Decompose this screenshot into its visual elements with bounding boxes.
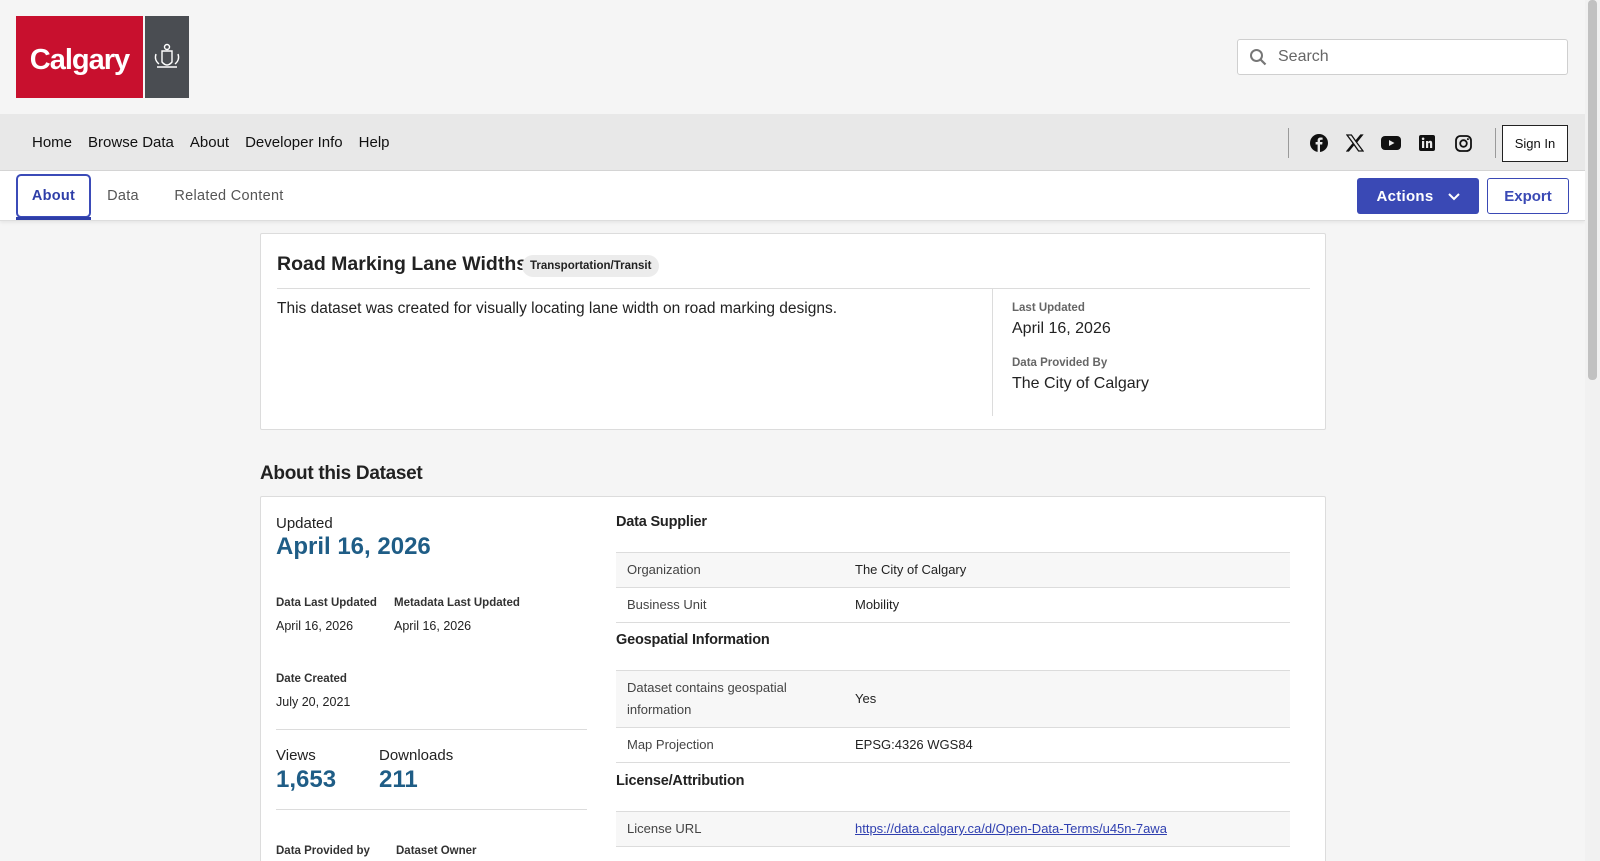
facebook-icon[interactable]: [1309, 133, 1329, 153]
geospatial-heading: Geospatial Information: [616, 632, 770, 648]
page-scrollbar[interactable]: [1585, 0, 1600, 861]
metadata-last-updated-value: April 16, 2026: [394, 619, 472, 633]
x-icon[interactable]: [1345, 133, 1365, 153]
date-created-label: Date Created: [276, 673, 347, 685]
actions-button[interactable]: Actions: [1357, 178, 1479, 214]
table-row: Dataset contains geospatial information …: [616, 670, 1290, 728]
logo-wordmark: Calgary: [16, 16, 143, 98]
provided-by-label: Data Provided By: [1012, 357, 1108, 369]
views-value: 1,653: [276, 766, 337, 793]
crest-icon: [145, 16, 189, 98]
nav-help[interactable]: Help: [359, 134, 390, 151]
tab-bar: About Data Related Content Actions Expor…: [0, 171, 1585, 221]
row-key: License URL: [616, 811, 844, 847]
row-key: Business Unit: [616, 587, 844, 623]
data-last-updated-value: April 16, 2026: [276, 619, 354, 633]
about-section-title: About this Dataset: [260, 463, 423, 484]
geospatial-table: Dataset contains geospatial information …: [616, 670, 1290, 763]
row-key: Dataset contains geospatial information: [616, 670, 844, 728]
table-row: Business Unit Mobility: [616, 587, 1290, 623]
nav-developer-info[interactable]: Developer Info: [245, 134, 343, 151]
chevron-down-icon: [1447, 188, 1460, 205]
license-heading: License/Attribution: [616, 773, 745, 789]
tab-about[interactable]: About: [16, 174, 91, 218]
active-tab-indicator: [16, 217, 91, 220]
main-nav: Home Browse Data About Developer Info He…: [0, 114, 1585, 171]
divider: [276, 729, 587, 730]
updated-value: April 16, 2026: [276, 533, 431, 560]
nav-browse-data[interactable]: Browse Data: [88, 134, 174, 151]
row-value: Yes: [844, 670, 1290, 728]
divider: [277, 288, 1310, 289]
row-key: Organization: [616, 552, 844, 588]
about-dataset-card: Updated April 16, 2026 Data Last Updated…: [260, 496, 1326, 861]
updated-label: Updated: [276, 515, 333, 532]
scrollbar-thumb[interactable]: [1588, 0, 1597, 380]
row-value: Mobility: [844, 587, 1290, 623]
category-badge[interactable]: Transportation/Transit: [522, 255, 660, 277]
dataset-owner-label: Dataset Owner: [396, 845, 477, 857]
divider: [276, 809, 587, 810]
row-value: EPSG:4326 WGS84: [844, 727, 1290, 763]
table-row: License URL https://data.calgary.ca/d/Op…: [616, 811, 1290, 847]
search-input[interactable]: [1278, 48, 1558, 66]
license-table: License URL https://data.calgary.ca/d/Op…: [616, 811, 1290, 847]
tab-related-content[interactable]: Related Content: [170, 174, 288, 218]
actions-label: Actions: [1376, 187, 1434, 205]
license-url-link[interactable]: https://data.calgary.ca/d/Open-Data-Term…: [855, 821, 1167, 836]
instagram-icon[interactable]: [1453, 133, 1473, 153]
downloads-label: Downloads: [379, 747, 454, 764]
table-row: Organization The City of Calgary: [616, 552, 1290, 588]
dataset-description: This dataset was created for visually lo…: [277, 300, 838, 317]
linkedin-icon[interactable]: [1417, 133, 1437, 153]
last-updated-label: Last Updated: [1012, 302, 1085, 314]
search-box[interactable]: [1237, 39, 1568, 75]
tab-data[interactable]: Data: [104, 174, 142, 218]
dataset-summary-card: Road Marking Lane Widths Transportation/…: [260, 233, 1326, 430]
nav-home[interactable]: Home: [32, 134, 72, 151]
calgary-logo[interactable]: Calgary: [16, 16, 189, 98]
provided-by-value: The City of Calgary: [1012, 375, 1149, 392]
data-supplier-heading: Data Supplier: [616, 514, 707, 530]
export-button[interactable]: Export: [1487, 178, 1569, 214]
dataset-title: Road Marking Lane Widths: [277, 253, 528, 275]
youtube-icon[interactable]: [1381, 133, 1401, 153]
date-created-value: July 20, 2021: [276, 695, 351, 709]
metadata-last-updated-label: Metadata Last Updated: [394, 597, 520, 609]
divider: [992, 289, 993, 416]
downloads-value: 211: [379, 766, 418, 793]
last-updated-value: April 16, 2026: [1012, 320, 1111, 337]
search-icon: [1247, 46, 1269, 68]
social-links: [1288, 128, 1496, 158]
row-value: The City of Calgary: [844, 552, 1290, 588]
data-provided-by-label: Data Provided by: [276, 845, 370, 857]
views-label: Views: [276, 747, 316, 764]
row-key: Map Projection: [616, 727, 844, 763]
table-row: Map Projection EPSG:4326 WGS84: [616, 727, 1290, 763]
data-supplier-table: Organization The City of Calgary Busines…: [616, 552, 1290, 623]
nav-about[interactable]: About: [190, 134, 229, 151]
sign-in-button[interactable]: Sign In: [1502, 125, 1568, 162]
top-header: Calgary: [0, 0, 1585, 114]
data-last-updated-label: Data Last Updated: [276, 597, 377, 609]
